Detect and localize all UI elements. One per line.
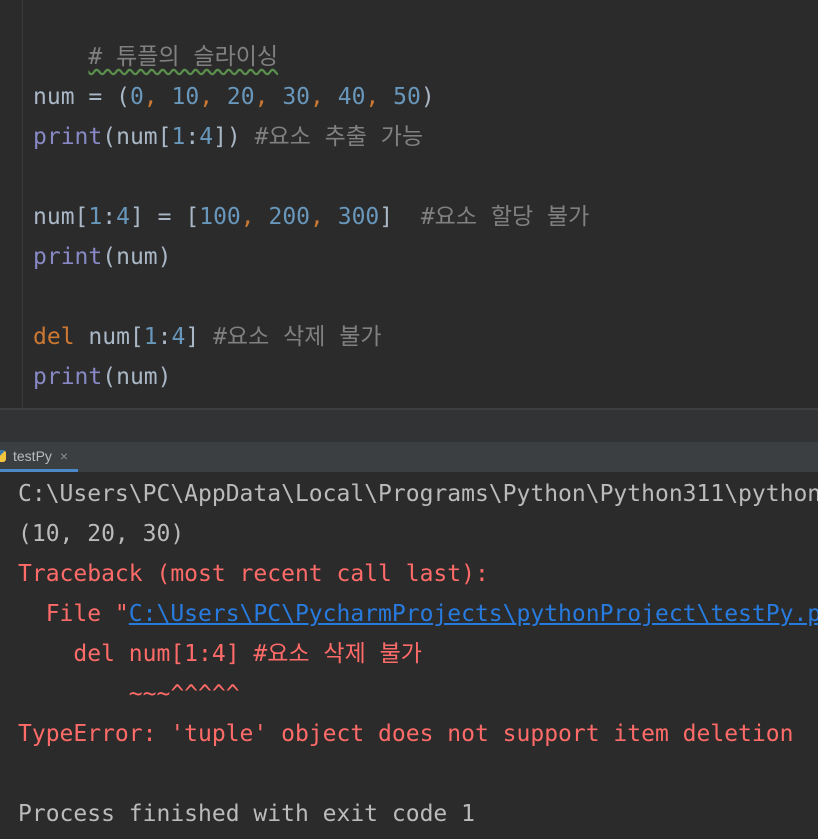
code-text: (num) [102,244,172,270]
tab-run-testpy[interactable]: testPy × [0,442,79,472]
number-literal: 20 [226,84,255,110]
console-command-line: C:\Users\PC\AppData\Local\Programs\Pytho… [18,481,818,507]
code-text: (num) [102,364,172,390]
code-line-2: num = (0, 10, 20, 30, 40, 50) [33,77,435,117]
code-line-1: # 튜플의 슬라이싱 [33,0,278,70]
traceback-file-line: File "C:\Users\PC\PycharmProjects\python… [18,594,818,634]
keyword: del [33,324,75,350]
comment: #요소 추출 가능 [254,124,424,150]
number-literal: 200 [268,204,311,230]
number-literal: 4 [199,124,214,150]
comment: #요소 삭제 불가 [213,324,382,350]
comment: #요소 할당 불가 [420,204,590,230]
builtin-function: print [33,124,103,150]
number-literal: 4 [116,204,130,230]
code-text: : [157,324,172,350]
comma: , [310,84,338,110]
file-path-link[interactable]: C:\Users\PC\PycharmProjects\pythonProjec… [129,601,818,627]
number-literal: 1 [88,204,103,230]
code-line-5: print(num) [33,237,172,277]
comma: , [240,204,269,230]
builtin-function: print [33,364,103,390]
tab-label: testPy [13,447,52,464]
console-output-line: (10, 20, 30) [18,521,185,547]
number-literal: 4 [171,324,186,350]
number-literal: 0 [129,84,144,110]
code-text: ] [185,324,214,350]
code-text: ]) [213,124,255,150]
comma: , [254,84,283,110]
code-text: (num[ [102,124,172,150]
traceback-header: Traceback (most recent call last): [18,561,489,587]
python-icon [0,449,8,463]
process-exit-message: Process finished with exit code 1 [18,801,475,827]
code-text: ] = [ [129,204,200,230]
code-line-7: print(num) [33,357,172,397]
run-tab-bar: testPy × [0,442,818,473]
builtin-function: print [33,244,103,270]
number-literal: 1 [143,324,158,350]
operator: = ( [74,84,130,110]
code-line-3: print(num[1:4]) #요소 추출 가능 [33,117,423,157]
comma: , [199,84,227,110]
number-literal: 1 [171,124,186,150]
code-text: ] [379,204,421,230]
comma: , [143,84,172,110]
code-text: : [102,204,117,230]
file-prefix: File " [18,601,129,627]
number-literal: 300 [337,204,380,230]
code-text: num[ [33,204,89,230]
code-line-6: del num[1:4] #요소 삭제 불가 [33,317,382,357]
code-editor[interactable]: # 튜플의 슬라이싱 num = (0, 10, 20, 30, 40, 50)… [0,0,818,408]
traceback-caret-line: ~~~^^^^^ [18,681,240,707]
traceback-code-line: del num[1:4] #요소 삭제 불가 [18,641,422,667]
code-line-4: num[1:4] = [100, 200, 300] #요소 할당 불가 [33,197,589,237]
code-text: num[ [74,324,144,350]
close-icon[interactable]: × [60,448,68,464]
gutter-divider [22,0,23,408]
comment: # 튜플의 슬라이싱 [88,44,279,70]
code-text: : [185,124,200,150]
number-literal: 10 [171,84,200,110]
identifier: num [33,84,75,110]
comma: , [310,204,338,230]
number-literal: 30 [282,84,311,110]
paren: ) [420,84,435,110]
number-literal: 40 [337,84,366,110]
error-message: TypeError: 'tuple' object does not suppo… [18,721,794,747]
comma: , [365,84,394,110]
number-literal: 100 [199,204,241,230]
run-console[interactable]: C:\Users\PC\AppData\Local\Programs\Pytho… [0,473,818,839]
number-literal: 50 [393,84,421,110]
panel-gap [0,410,818,442]
